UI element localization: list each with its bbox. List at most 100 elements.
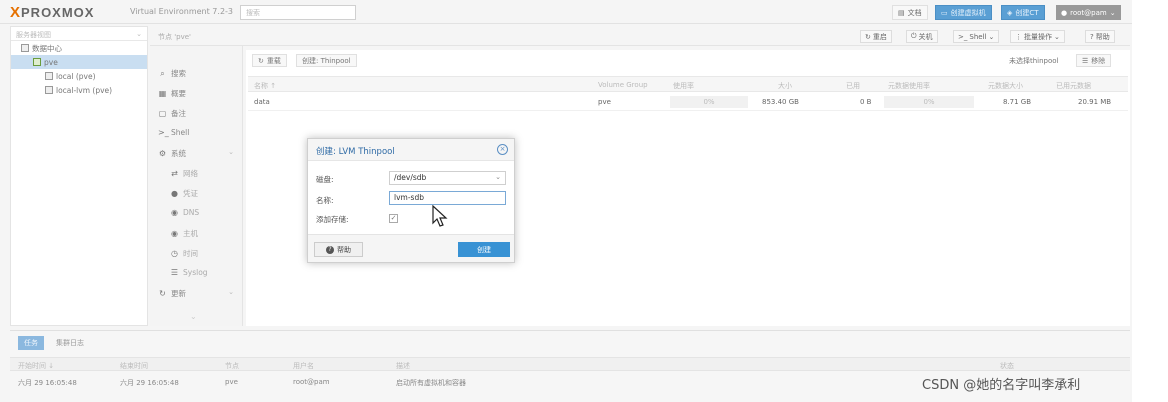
monitor-icon: ▭ — [941, 8, 948, 17]
col-status[interactable]: 状态 — [1000, 361, 1014, 371]
col-meta-used[interactable]: 已用元数据 — [1056, 81, 1091, 91]
chevron-down-icon: ⌄ — [1054, 32, 1060, 41]
globe-icon: ◉ — [171, 229, 178, 238]
shell-label: Shell — [969, 32, 987, 41]
nav-item-time[interactable]: ◷ 时间 — [170, 248, 198, 259]
docs-button[interactable]: ▤ 文档 — [892, 5, 928, 20]
col-node[interactable]: 节点 — [225, 361, 239, 371]
top-search-input[interactable]: 搜索 — [240, 5, 356, 20]
tree-item-label: local (pve) — [56, 71, 96, 81]
terminal-icon: >_ — [958, 32, 968, 41]
col-name[interactable]: 名称 ↑ — [254, 81, 276, 91]
scroll-down-icon[interactable]: ⌄ — [190, 312, 197, 321]
view-select[interactable]: 服务器视图 ⌄ — [11, 27, 147, 41]
nav-item-label: 时间 — [183, 249, 198, 258]
breadcrumb: 节点 'pve' — [158, 33, 191, 41]
summary-icon: ▦ — [158, 89, 167, 98]
nav-item-dns[interactable]: ◉ DNS — [170, 208, 199, 217]
tree-item-local[interactable]: local (pve) — [11, 69, 147, 83]
col-description[interactable]: 描述 — [396, 361, 410, 371]
cell-end: 六月 29 16:05:48 — [120, 379, 179, 387]
tasks-header: 开始时间 ↓ 结束时间 节点 用户名 描述 状态 — [10, 357, 1130, 371]
create-ct-button[interactable]: ◈ 创建CT — [1001, 5, 1045, 20]
meta-usage-bar: 0% — [884, 96, 974, 108]
tree-item-pve[interactable]: pve — [11, 55, 147, 69]
chevron-down-icon[interactable]: ⌄ — [228, 148, 234, 156]
create-lvm-thinpool-dialog: 创建: LVM Thinpool × 磁盘: /dev/sdb ⌄ 名称: lv… — [307, 138, 515, 263]
create-vm-button[interactable]: ▭ 创建虚拟机 — [935, 5, 992, 20]
disk-value: /dev/sdb — [394, 173, 427, 182]
datacenter-icon — [21, 44, 29, 52]
nav-item-shell[interactable]: >_ Shell — [158, 128, 189, 137]
disk-select[interactable]: /dev/sdb ⌄ — [389, 171, 506, 185]
nav-item-updates[interactable]: ↻ 更新 — [158, 288, 186, 299]
logo-text: PROXMOX — [21, 4, 95, 20]
refresh-icon: ↻ — [159, 289, 166, 298]
col-start-time[interactable]: 开始时间 ↓ — [18, 361, 54, 371]
col-user[interactable]: 用户名 — [293, 361, 314, 371]
help-label: 帮助 — [337, 245, 351, 254]
col-usage[interactable]: 使用率 — [673, 81, 694, 91]
create-thinpool-button[interactable]: 创建: Thinpool — [296, 54, 357, 67]
name-input[interactable]: lvm-sdb — [389, 191, 506, 205]
cell-description: 启动所有虚拟机和容器 — [396, 379, 466, 387]
power-icon: ⏻ — [911, 32, 917, 40]
list-icon: ☰ — [1082, 56, 1089, 65]
nav-item-label: 主机 — [183, 229, 198, 238]
add-storage-checkbox[interactable]: ✓ — [389, 214, 398, 223]
col-size[interactable]: 大小 — [778, 81, 792, 91]
tree-item-local-lvm[interactable]: local-lvm (pve) — [11, 83, 147, 97]
network-icon: ⇄ — [171, 169, 178, 178]
col-end-time[interactable]: 结束时间 — [120, 361, 148, 371]
nav-item-summary[interactable]: ▦ 概要 — [158, 88, 186, 99]
tab-cluster-log[interactable]: 集群日志 — [50, 336, 90, 350]
nav-item-system[interactable]: ⚙ 系统 — [158, 148, 186, 159]
reload-button[interactable]: ↻ 重载 — [252, 54, 287, 67]
cell-start: 六月 29 16:05:48 — [18, 379, 77, 387]
chevron-down-icon[interactable]: ⌄ — [495, 173, 501, 181]
col-meta-usage[interactable]: 元数据使用率 — [888, 81, 930, 91]
tree-item-datacenter[interactable]: 数据中心 — [11, 41, 147, 55]
chevron-down-icon[interactable]: ⌄ — [228, 288, 234, 296]
nav-item-label: Shell — [171, 128, 190, 137]
version-label: Virtual Environment 7.2-3 — [130, 7, 234, 16]
resource-tree: 服务器视图 ⌄ 数据中心 pve local (pve) local-lvm (… — [10, 26, 148, 326]
question-icon: ? — [326, 245, 334, 254]
disk-label: 磁盘: — [316, 175, 334, 184]
dialog-titlebar[interactable]: 创建: LVM Thinpool × — [308, 139, 514, 161]
more-icon: ⋮ — [1015, 32, 1022, 41]
nav-item-syslog[interactable]: ☰ Syslog — [170, 268, 208, 277]
question-icon: ? — [1090, 32, 1094, 41]
shutdown-button[interactable]: ⏻ 关机 — [906, 30, 938, 43]
nav-item-label: 备注 — [171, 109, 186, 118]
cell-user: root@pam — [293, 378, 330, 386]
create-ct-label: 创建CT — [1015, 8, 1039, 17]
col-vg[interactable]: Volume Group — [598, 81, 648, 89]
shell-button[interactable]: >_ Shell ⌄ — [953, 30, 1000, 43]
tab-tasks[interactable]: 任务 — [18, 336, 44, 350]
user-icon: ● — [1061, 8, 1068, 17]
nav-item-network[interactable]: ⇄ 网络 — [170, 168, 198, 179]
col-meta-size[interactable]: 元数据大小 — [988, 81, 1023, 91]
user-menu-button[interactable]: ● root@pam ⌄ — [1056, 5, 1121, 20]
col-used[interactable]: 已用 — [846, 81, 860, 91]
create-button[interactable]: 创建 — [458, 242, 510, 257]
nav-item-search[interactable]: ⌕ 搜索 — [158, 68, 186, 79]
close-icon[interactable]: × — [497, 144, 508, 155]
bulk-actions-button[interactable]: ⋮ 批量操作 ⌄ — [1010, 30, 1065, 43]
reload-label: 重载 — [266, 56, 281, 65]
notes-icon: ▢ — [158, 109, 167, 118]
nav-item-hosts[interactable]: ◉ 主机 — [170, 228, 198, 239]
help-button[interactable]: ? 帮助 — [1085, 30, 1115, 43]
reboot-button[interactable]: ↻ 重启 — [860, 30, 892, 43]
mouse-cursor-icon — [432, 205, 448, 227]
node-header: 节点 'pve' ↻ 重启 ⏻ 关机 >_ Shell ⌄ ⋮ 批量操作 ⌄ ? 帮助 — [150, 26, 1130, 46]
selected-thinpool-label: 未选择thinpool — [1004, 54, 1064, 67]
dialog-help-button[interactable]: ? 帮助 — [314, 242, 363, 257]
nav-item-notes[interactable]: ▢ 备注 — [158, 108, 186, 119]
nav-item-certificates[interactable]: ● 凭证 — [170, 188, 198, 199]
name-label: 名称: — [316, 196, 334, 205]
docs-label: 文档 — [907, 8, 922, 17]
table-row[interactable]: data pve 0% 853.40 GB 0 B 0% 8.71 GB 20.… — [248, 93, 1128, 111]
remove-button[interactable]: ☰ 移除 — [1076, 54, 1112, 67]
